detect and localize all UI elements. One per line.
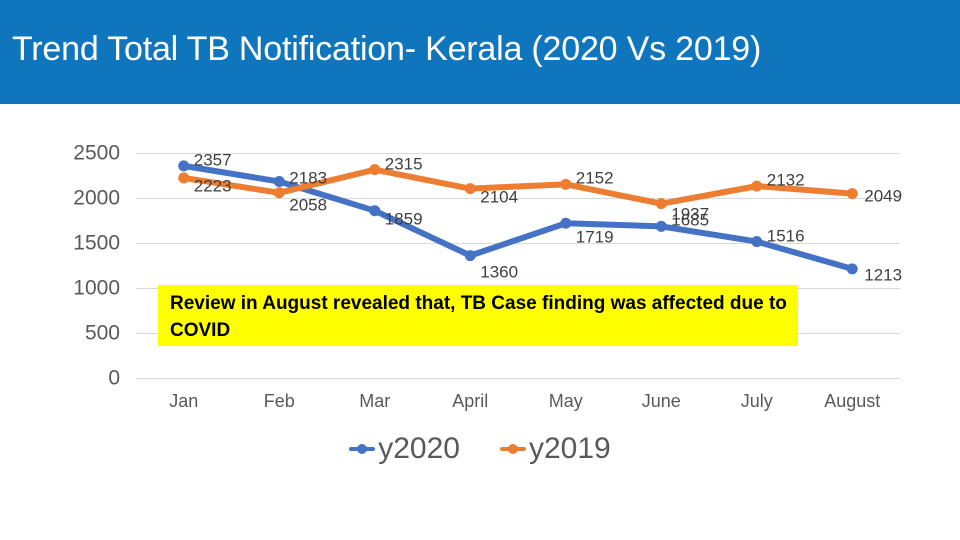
x-axis-tick-label: June <box>641 391 681 411</box>
line-chart: 0 500 1000 1500 2000 2500 2357 2183 1859 1360 171… <box>0 104 960 540</box>
data-point-marker <box>464 250 476 262</box>
page-title: Trend Total TB Notification- Kerala (202… <box>12 30 762 68</box>
legend-entry-y2020[interactable]: y2020 <box>349 434 460 464</box>
legend-label: y2020 <box>378 432 460 465</box>
header-banner: Trend Total TB Notification- Kerala (202… <box>0 0 960 104</box>
x-axis-tick-label: Mar <box>359 391 391 411</box>
data-point-label: 1859 <box>384 209 423 229</box>
data-point-label: 2049 <box>864 186 903 206</box>
data-point-label: 2357 <box>193 150 232 170</box>
data-point-marker <box>846 263 858 275</box>
x-axis-tick-label: April <box>452 391 489 411</box>
data-point-label: 1719 <box>575 227 614 247</box>
data-point-marker <box>655 198 667 210</box>
data-point-marker <box>273 176 285 188</box>
annotation-callout: Review in August revealed that, TB Case … <box>158 285 798 346</box>
x-axis: Jan Feb Mar April May June July August <box>136 391 900 421</box>
data-point-marker <box>655 220 667 232</box>
data-point-label: 1360 <box>480 262 519 282</box>
data-point-label: 1516 <box>766 226 805 246</box>
data-point-marker <box>178 172 190 184</box>
data-point-marker <box>464 183 476 195</box>
data-point-label: 2223 <box>193 176 232 196</box>
data-point-label: 2058 <box>289 195 328 215</box>
data-point-marker <box>751 236 763 248</box>
data-point-label: 2315 <box>384 154 423 174</box>
data-point-marker <box>560 178 572 190</box>
data-point-label: 1213 <box>864 265 903 285</box>
data-point-label: 2183 <box>289 168 328 188</box>
legend-swatch-icon <box>500 441 526 457</box>
data-point-label: 1937 <box>671 204 710 224</box>
x-axis-tick-label: July <box>740 391 773 411</box>
data-point-marker <box>178 160 190 172</box>
chart-legend: y2020 y2019 <box>0 434 960 464</box>
data-point-label: 2132 <box>766 170 805 190</box>
x-axis-tick-label: Feb <box>263 391 295 411</box>
data-point-marker <box>369 205 381 217</box>
legend-entry-y2019[interactable]: y2019 <box>500 434 611 464</box>
data-point-marker <box>273 187 285 199</box>
data-point-label: 2104 <box>480 187 519 207</box>
annotation-text: Review in August revealed that, TB Case … <box>170 293 787 341</box>
x-axis-tick-label: August <box>824 391 881 411</box>
x-axis-tick-label: May <box>548 391 583 411</box>
data-point-marker <box>560 217 572 229</box>
legend-label: y2019 <box>529 432 611 465</box>
data-point-marker <box>751 180 763 192</box>
data-point-marker <box>846 188 858 200</box>
legend-swatch-icon <box>349 441 376 457</box>
data-point-marker <box>369 164 381 176</box>
x-axis-tick-label: Jan <box>169 391 199 411</box>
data-point-label: 2152 <box>575 168 614 188</box>
